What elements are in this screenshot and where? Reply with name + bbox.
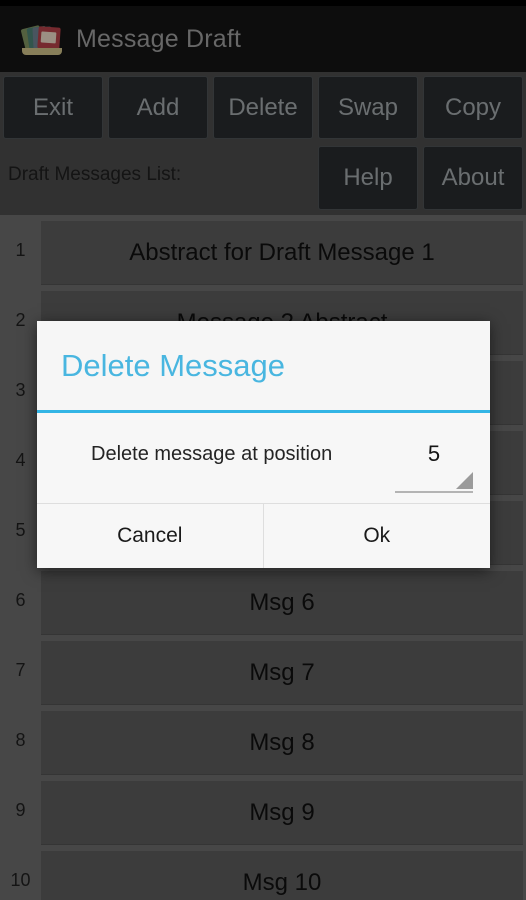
dialog-prompt-label: Delete message at position (91, 443, 333, 465)
app-screen: Message Draft Exit Add Delete Swap Copy … (0, 0, 526, 900)
resize-handle-icon[interactable] (456, 472, 473, 489)
dialog-title: Delete Message (61, 347, 286, 383)
dialog-title-bar: Delete Message (37, 321, 490, 413)
ok-button[interactable]: Ok (263, 504, 490, 568)
delete-message-dialog: Delete Message Delete message at positio… (37, 321, 490, 568)
dialog-body: Delete message at position 5 (37, 413, 490, 503)
cancel-button[interactable]: Cancel (37, 504, 264, 568)
position-input-value[interactable]: 5 (395, 441, 473, 467)
dialog-button-bar: Cancel Ok (37, 503, 490, 568)
position-input[interactable]: 5 (395, 423, 473, 493)
